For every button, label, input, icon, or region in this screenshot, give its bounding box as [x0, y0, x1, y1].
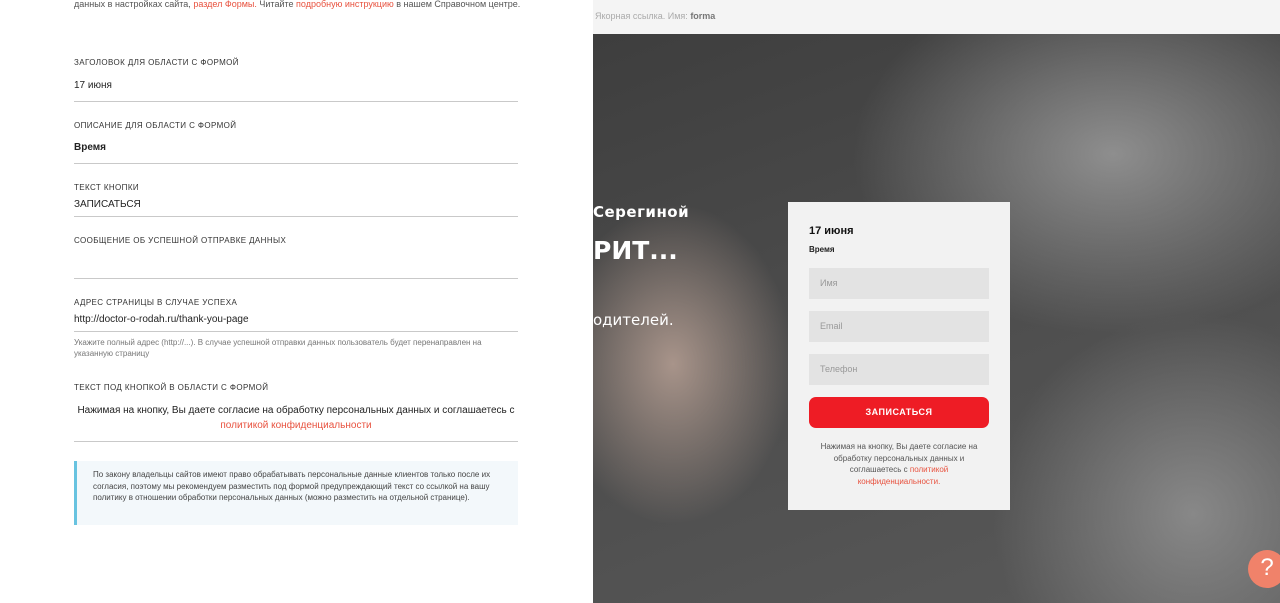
form-title-label: Заголовок для области с формой: [74, 58, 239, 67]
form-desc-label: Описание для области с формой: [74, 121, 237, 130]
hero-subtitle: Серегиной: [593, 203, 690, 221]
redirect-url-label: Адрес страницы в случае успеха: [74, 298, 238, 307]
anchor-name: forma: [690, 11, 716, 21]
hero-section: Серегиной РИТ... одителей. 17 июня Время…: [593, 34, 1280, 603]
success-message-field[interactable]: Сообщение об успешной отправке данных: [74, 236, 518, 279]
page-preview: Якорная ссылка. Имя: forma Серегиной РИТ…: [593, 0, 1280, 603]
privacy-policy-link-editor[interactable]: политикой конфиденциальности: [220, 420, 371, 431]
consent-text-label: Текст под кнопкой в области с формой: [74, 383, 269, 392]
name-input[interactable]: Имя: [809, 268, 989, 299]
hero-title: РИТ...: [593, 236, 678, 265]
hero-text: одителей.: [593, 311, 674, 329]
anchor-bar: Якорная ссылка. Имя: forma: [593, 0, 1280, 34]
signup-form-desc: Время: [809, 245, 835, 254]
button-text-label: Текст кнопки: [74, 183, 140, 192]
button-text-input[interactable]: ЗАПИСАТЬСЯ: [74, 199, 518, 210]
form-desc-input[interactable]: Время: [74, 142, 518, 153]
success-message-label: Сообщение об успешной отправке данных: [74, 236, 287, 245]
signup-consent-text: Нажимая на кнопку, Вы даете согласие на …: [820, 442, 978, 486]
forms-section-link[interactable]: раздел Формы.: [193, 0, 257, 9]
redirect-url-hint: Укажите полный адрес (http://...). В слу…: [74, 338, 482, 358]
settings-panel: данных в настройках сайта, раздел Формы.…: [0, 0, 593, 603]
button-text-field[interactable]: Текст кнопки ЗАПИСАТЬСЯ: [74, 183, 518, 217]
instruction-link[interactable]: подробную инструкцию: [296, 0, 394, 9]
consent-text-editor[interactable]: Нажимая на кнопку, Вы даете согласие на …: [74, 398, 518, 442]
legal-note: По закону владельцы сайтов имеют право о…: [74, 461, 518, 525]
signup-form-title: 17 июня: [809, 225, 854, 237]
signup-form: 17 июня Время Имя Email Телефон ЗАПИСАТЬ…: [788, 202, 1010, 510]
form-desc-field[interactable]: Описание для области с формой Время: [74, 121, 518, 164]
form-title-field[interactable]: Заголовок для области с формой 17 июня: [74, 58, 518, 102]
redirect-url-field[interactable]: Адрес страницы в случае успеха http://do…: [74, 298, 518, 332]
email-input[interactable]: Email: [809, 311, 989, 342]
intro-text: данных в настройках сайта, раздел Формы.…: [74, 0, 521, 9]
redirect-url-input[interactable]: http://doctor-o-rodah.ru/thank-you-page: [74, 314, 518, 325]
signup-submit-button[interactable]: ЗАПИСАТЬСЯ: [809, 397, 989, 428]
form-title-input[interactable]: 17 июня: [74, 80, 518, 91]
phone-input[interactable]: Телефон: [809, 354, 989, 385]
help-icon[interactable]: ?: [1248, 550, 1280, 588]
